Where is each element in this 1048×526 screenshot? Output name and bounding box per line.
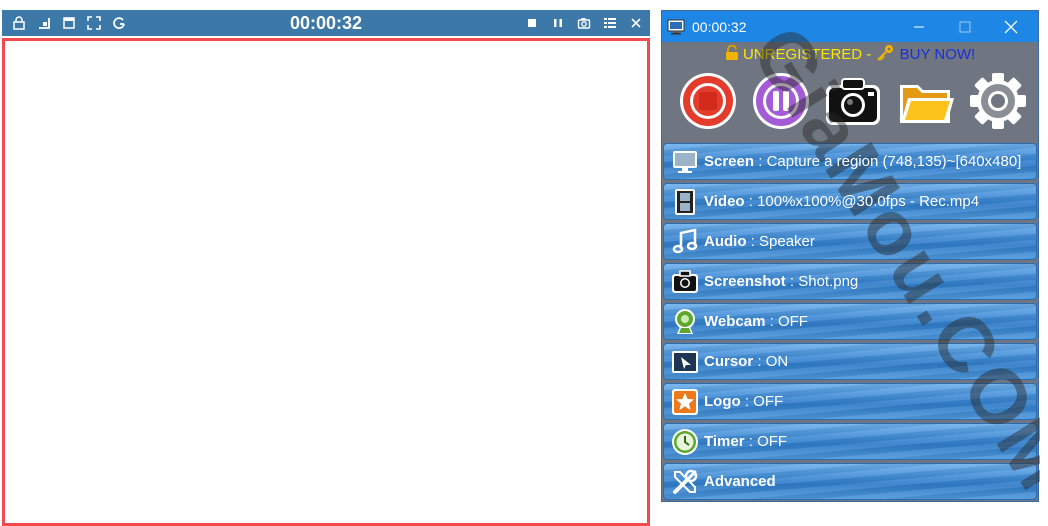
row-value: OFF xyxy=(753,393,784,410)
screenshot-button[interactable] xyxy=(823,71,883,131)
row-label: Cursor xyxy=(704,353,754,370)
cursor-icon xyxy=(671,348,699,376)
open-folder-button[interactable] xyxy=(896,71,956,131)
row-label: Logo xyxy=(704,393,741,410)
capture-region: 00:00:32 xyxy=(0,0,652,526)
list-icon[interactable] xyxy=(602,15,618,31)
pause-record-icon xyxy=(752,73,809,129)
close-icon xyxy=(1004,20,1018,33)
row-label: Screen xyxy=(704,153,755,170)
film-icon xyxy=(671,188,699,216)
settings-button[interactable] xyxy=(968,71,1028,131)
row-label: Timer xyxy=(704,433,745,450)
unregistered-label: UNREGISTERED - xyxy=(742,46,876,63)
open-folder-icon xyxy=(899,85,954,123)
region-toolbar: 00:00:32 xyxy=(2,10,650,36)
row-webcam[interactable]: Webcam : OFF xyxy=(663,303,1037,340)
align-bottom-right-icon[interactable] xyxy=(36,15,52,31)
row-label: Video xyxy=(704,193,745,210)
close-icon[interactable] xyxy=(628,15,644,31)
stop-icon[interactable] xyxy=(524,15,540,31)
maximize-icon xyxy=(959,21,971,32)
padlock-icon xyxy=(725,44,738,60)
star-logo-icon xyxy=(671,388,699,416)
window-title: 00:00:32 xyxy=(692,18,747,35)
settings-gear-icon xyxy=(970,73,1026,129)
row-label: Audio xyxy=(704,233,747,250)
row-label: Advanced xyxy=(704,473,776,490)
row-label: Screenshot xyxy=(704,273,786,290)
registration-line: UNREGISTERED - BUY NOW! xyxy=(662,44,1038,63)
maximize-button[interactable] xyxy=(942,11,988,42)
title-bar[interactable]: 00:00:32 xyxy=(662,11,1038,42)
row-value: ON xyxy=(765,353,789,370)
row-cursor[interactable]: Cursor : ON xyxy=(663,343,1037,380)
screenshot-camera-icon xyxy=(826,78,880,125)
row-value: Speaker xyxy=(759,233,815,250)
row-value: 100%x100%@30.0fps - Rec.mp4 xyxy=(757,193,980,210)
pause-icon[interactable] xyxy=(550,15,566,31)
pause-record-button[interactable] xyxy=(751,71,811,131)
row-value: Capture a region (748,135)~[640x480] xyxy=(766,153,1022,170)
row-value: Shot.png xyxy=(798,273,859,290)
row-timer[interactable]: Timer : OFF xyxy=(663,423,1037,460)
row-label: Webcam xyxy=(704,313,766,330)
recorder-window: 00:00:32 UNREGISTERED - BUY NOW! Screen … xyxy=(661,10,1039,502)
stop-record-button[interactable] xyxy=(678,71,738,131)
row-screenshot[interactable]: Screenshot : Shot.png xyxy=(663,263,1037,300)
main-toolbar xyxy=(678,71,1028,137)
refresh-icon[interactable] xyxy=(111,15,127,31)
camera-icon[interactable] xyxy=(576,15,592,31)
lock-icon[interactable] xyxy=(11,15,27,31)
window-icon[interactable] xyxy=(61,15,77,31)
row-audio[interactable]: Audio : Speaker xyxy=(663,223,1037,260)
row-video[interactable]: Video : 100%x100%@30.0fps - Rec.mp4 xyxy=(663,183,1037,220)
close-window-button[interactable] xyxy=(988,11,1034,42)
minimize-button[interactable] xyxy=(896,11,942,42)
settings-list: Screen : Capture a region (748,135)~[640… xyxy=(663,143,1037,501)
key-icon xyxy=(877,45,894,61)
row-value: OFF xyxy=(777,313,808,330)
stop-record-icon xyxy=(680,73,736,129)
music-note-icon xyxy=(671,227,699,256)
minimize-icon xyxy=(914,26,924,27)
row-advanced[interactable]: Advanced xyxy=(663,463,1037,500)
monitor-icon xyxy=(671,148,699,176)
row-value: OFF xyxy=(757,433,788,450)
row-logo[interactable]: Logo : OFF xyxy=(663,383,1037,420)
webcam-icon xyxy=(671,308,699,336)
clock-icon xyxy=(671,428,699,456)
row-screen[interactable]: Screen : Capture a region (748,135)~[640… xyxy=(663,143,1037,180)
buy-now-link[interactable]: BUY NOW! xyxy=(900,46,976,63)
tools-icon xyxy=(671,468,699,496)
capture-area[interactable] xyxy=(2,38,650,526)
fullscreen-icon[interactable] xyxy=(86,15,102,31)
camera-icon xyxy=(671,268,699,296)
app-monitor-icon xyxy=(667,19,685,34)
